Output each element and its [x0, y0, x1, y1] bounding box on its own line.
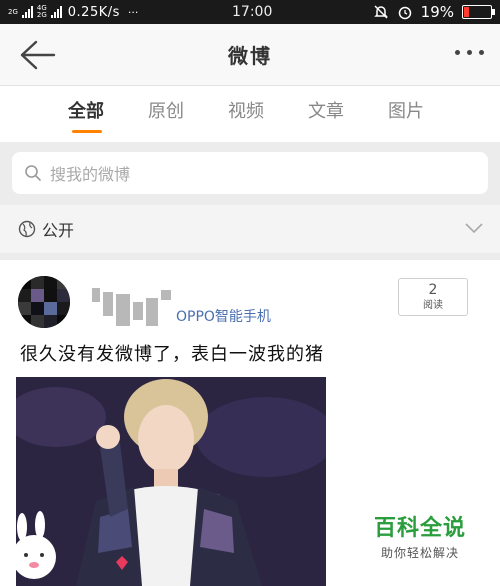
search-placeholder: 搜我的微博	[50, 165, 131, 184]
tab-bar: 全部 原创 视频 文章 图片	[0, 86, 500, 142]
status-left: 2G 4G 2G 0.25K/s ···	[8, 5, 138, 20]
weibo-screen: 2G 4G 2G 0.25K/s ··· 17:00 19% 微博 全部 原创 …	[0, 0, 500, 586]
signal-strength-icon-2	[50, 6, 62, 18]
search-icon	[25, 165, 41, 181]
tab-label: 视频	[228, 101, 264, 122]
battery-icon	[462, 5, 495, 19]
post-photo-illustration	[16, 377, 326, 586]
title-bar: 微博	[0, 24, 500, 86]
alarm-icon	[398, 6, 411, 20]
globe-icon	[18, 220, 36, 238]
status-bar: 2G 4G 2G 0.25K/s ··· 17:00 19%	[0, 0, 500, 24]
post-source: OPPO智能手机	[176, 309, 271, 325]
battery-percent: 19%	[420, 3, 454, 21]
back-button[interactable]	[18, 38, 58, 72]
active-tab-indicator	[72, 130, 102, 133]
watermark-sub: 助你轻松解决	[380, 546, 459, 560]
mute-bell-icon	[373, 5, 388, 19]
tab-article[interactable]: 文章	[308, 86, 388, 142]
read-count: 2	[428, 282, 438, 298]
username-blurred	[92, 280, 172, 326]
status-right: 19%	[373, 3, 495, 21]
watermark-logo: 百科全说 助你轻松解决	[374, 510, 466, 561]
more-button[interactable]	[455, 50, 484, 55]
tab-photo[interactable]: 图片	[388, 86, 468, 142]
read-label: 阅读	[423, 300, 443, 311]
tab-video[interactable]: 视频	[228, 86, 308, 142]
status-more: ···	[127, 5, 139, 19]
read-count-box: 2 阅读	[398, 278, 468, 316]
visibility-label: 公开	[42, 221, 75, 240]
network-type-label: 4G 2G	[36, 4, 47, 19]
network-speed: 0.25K/s	[67, 4, 120, 20]
tab-original[interactable]: 原创	[148, 86, 228, 142]
tab-label: 原创	[148, 101, 184, 122]
tab-label: 文章	[308, 101, 344, 122]
post-photo[interactable]	[16, 377, 326, 586]
status-time: 17:00	[232, 4, 273, 20]
search-area: 搜我的微博	[0, 142, 500, 204]
search-input[interactable]: 搜我的微博	[12, 152, 488, 194]
arrow-left-icon	[20, 40, 56, 70]
battery-fill	[464, 7, 469, 17]
post-text: 很久没有发微博了，表白一波我的猪	[20, 344, 324, 365]
tab-label: 图片	[388, 101, 424, 122]
tab-label: 全部	[68, 101, 104, 122]
avatar[interactable]	[18, 276, 70, 328]
watermark-main: 百科全说	[373, 516, 466, 541]
chevron-down-icon	[465, 223, 483, 234]
more-dots-icon	[455, 50, 460, 55]
signal-label: 2G	[8, 7, 18, 16]
page-title: 微博	[228, 44, 272, 68]
tab-all[interactable]: 全部	[68, 86, 148, 142]
signal-strength-icon	[21, 6, 33, 18]
visibility-selector[interactable]: 公开	[0, 205, 500, 253]
